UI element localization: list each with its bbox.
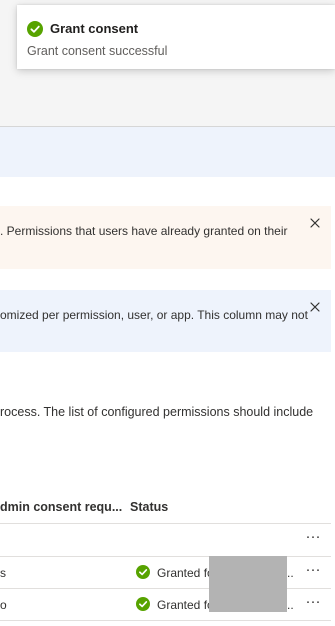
info-strip [0, 127, 335, 177]
more-actions-button[interactable]: ··· [303, 562, 323, 581]
column-header-status[interactable]: Status [130, 500, 168, 514]
checkmark-circle-icon [136, 565, 150, 579]
table-header: dmin consent requ... Status [0, 498, 331, 523]
app-page: Grant consent Grant consent successful .… [0, 0, 335, 626]
close-icon[interactable] [308, 216, 322, 230]
status-truncation: .. [287, 566, 294, 580]
row-cell-left: s [0, 566, 6, 580]
more-actions-button[interactable]: ··· [303, 529, 323, 548]
permissions-description: rocess. The list of configured permissio… [0, 405, 314, 419]
checkmark-circle-icon [136, 597, 150, 611]
more-actions-button[interactable]: ··· [303, 594, 323, 613]
table-row[interactable]: ··· [0, 524, 331, 556]
row-cell-left: o [0, 598, 7, 612]
status-truncation: .. [287, 598, 294, 612]
row-divider [0, 620, 331, 621]
toast-notification[interactable]: Grant consent Grant consent successful [17, 5, 335, 69]
status-text: Granted fo [157, 598, 214, 612]
info-banner-text: omized per permission, user, or app. Thi… [0, 308, 308, 322]
warning-banner-text: . Permissions that users have already gr… [0, 224, 288, 238]
toast-title: Grant consent [50, 21, 139, 36]
info-banner: omized per permission, user, or app. Thi… [0, 290, 331, 352]
column-header-admin-consent[interactable]: dmin consent requ... [0, 500, 122, 514]
checkmark-circle-icon [27, 21, 43, 37]
status-text: Granted fo [157, 566, 214, 580]
close-icon[interactable] [308, 300, 322, 314]
redaction-block [209, 556, 287, 612]
warning-banner: . Permissions that users have already gr… [0, 206, 331, 269]
toast-message: Grant consent successful [27, 44, 168, 58]
